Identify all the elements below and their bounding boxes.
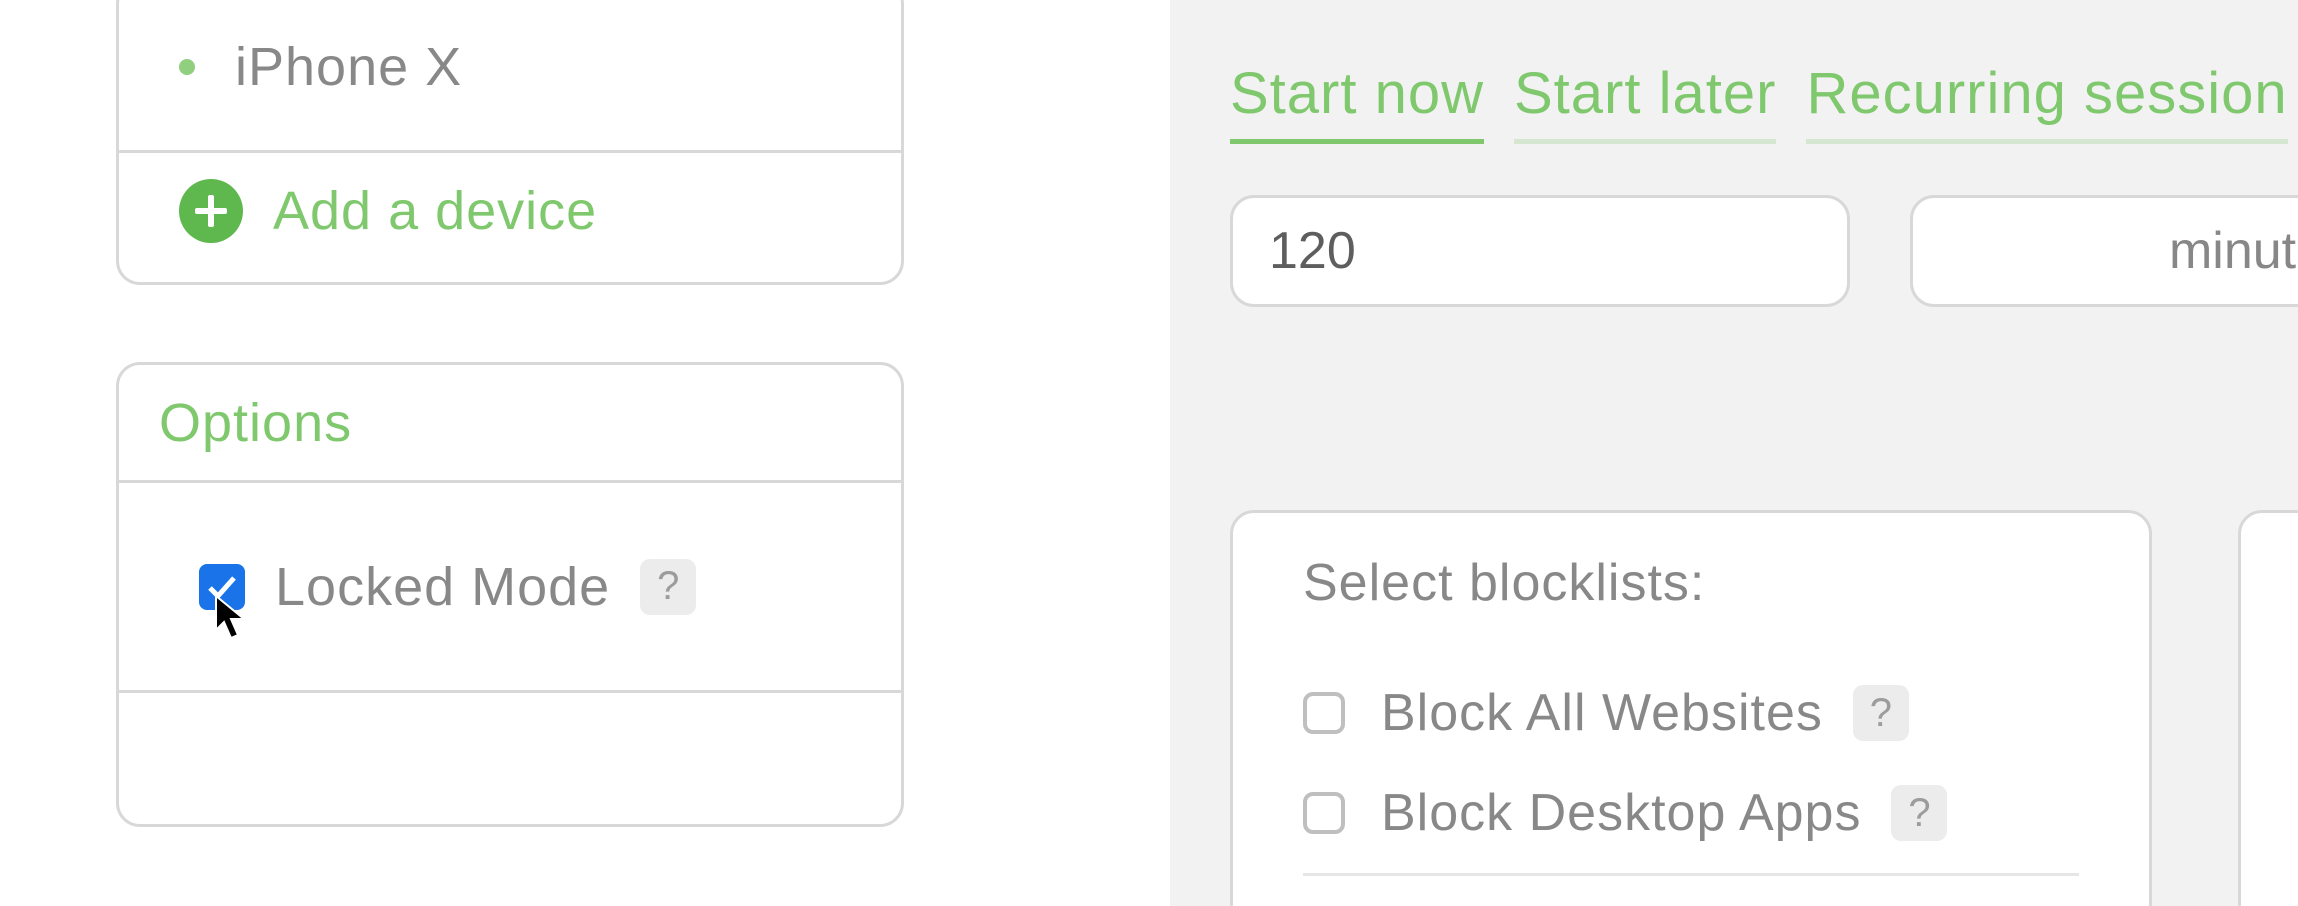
status-dot-icon — [179, 59, 195, 75]
tab-start-now[interactable]: Start now — [1230, 60, 1484, 144]
unit-select[interactable]: minutes — [1910, 195, 2298, 307]
locked-mode-label: Locked Mode — [275, 556, 610, 618]
divider — [1303, 873, 2079, 876]
tab-recurring[interactable]: Recurring session — [1806, 60, 2287, 144]
unit-label: minutes — [2169, 221, 2298, 281]
checkbox-all-websites[interactable] — [1303, 692, 1345, 734]
options-header: Options — [119, 365, 901, 483]
blocklist-label: Block All Websites — [1381, 683, 1823, 743]
tab-start-later[interactable]: Start later — [1514, 60, 1776, 144]
duration-input[interactable] — [1230, 195, 1850, 307]
session-tabs: Start now Start later Recurring session — [1230, 60, 2288, 144]
locked-mode-row[interactable]: Locked Mode ? — [119, 483, 901, 693]
blocklist-card: Select blocklists: Block All Websites ? … — [1230, 510, 2152, 906]
checkbox-desktop-apps[interactable] — [1303, 792, 1345, 834]
right-pane: Start now Start later Recurring session … — [1170, 0, 2298, 906]
device-name: iPhone X — [235, 36, 462, 98]
help-icon[interactable]: ? — [640, 559, 696, 615]
add-device-label: Add a device — [273, 180, 597, 242]
plus-circle-icon — [179, 179, 243, 243]
side-card — [2238, 510, 2298, 906]
blocklist-title: Select blocklists: — [1273, 553, 2109, 613]
add-device-button[interactable]: Add a device — [119, 153, 901, 268]
blocklist-label: Block Desktop Apps — [1381, 783, 1861, 843]
device-row[interactable]: iPhone X — [119, 0, 901, 150]
left-pane: iPhone X Add a device Options Locked Mod… — [0, 0, 1170, 906]
options-title: Options — [159, 392, 352, 454]
help-icon[interactable]: ? — [1891, 785, 1947, 841]
options-card: Options Locked Mode ? — [116, 362, 904, 827]
devices-card: iPhone X Add a device — [116, 0, 904, 285]
locked-mode-checkbox[interactable] — [199, 564, 245, 610]
blocklist-row-desktop-apps[interactable]: Block Desktop Apps ? — [1273, 763, 2109, 863]
blocklist-row-all-websites[interactable]: Block All Websites ? — [1273, 663, 2109, 763]
help-icon[interactable]: ? — [1853, 685, 1909, 741]
